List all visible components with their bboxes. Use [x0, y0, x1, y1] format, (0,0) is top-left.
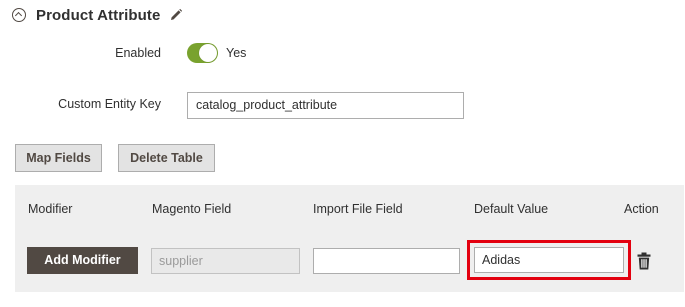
pencil-icon[interactable] [169, 8, 183, 22]
column-header-default-value: Default Value [474, 202, 549, 216]
delete-table-button[interactable]: Delete Table [118, 144, 215, 172]
column-header-modifier: Modifier [28, 202, 73, 216]
enabled-toggle[interactable] [187, 43, 218, 63]
import-file-field-input[interactable] [313, 248, 460, 274]
column-header-action: Action [624, 202, 659, 216]
custom-entity-key-input[interactable]: catalog_product_attribute [187, 92, 464, 119]
enabled-label: Enabled [115, 46, 161, 60]
section-title: Product Attribute [36, 6, 161, 24]
column-header-magento-field: Magento Field [152, 202, 232, 216]
magento-field-input[interactable]: supplier [151, 248, 300, 274]
add-modifier-button[interactable]: Add Modifier [27, 247, 138, 274]
default-value-input[interactable]: Adidas [474, 247, 624, 273]
section-header: Product Attribute [12, 4, 183, 26]
field-mapping-grid: Modifier Magento Field Import File Field… [15, 185, 684, 292]
map-fields-button[interactable]: Map Fields [15, 144, 102, 172]
column-header-import-file-field: Import File Field [313, 202, 403, 216]
custom-entity-key-label: Custom Entity Key [58, 97, 161, 111]
enabled-toggle-label: Yes [226, 46, 247, 60]
trash-icon[interactable] [637, 252, 651, 270]
chevron-up-circle-icon[interactable] [12, 8, 26, 22]
